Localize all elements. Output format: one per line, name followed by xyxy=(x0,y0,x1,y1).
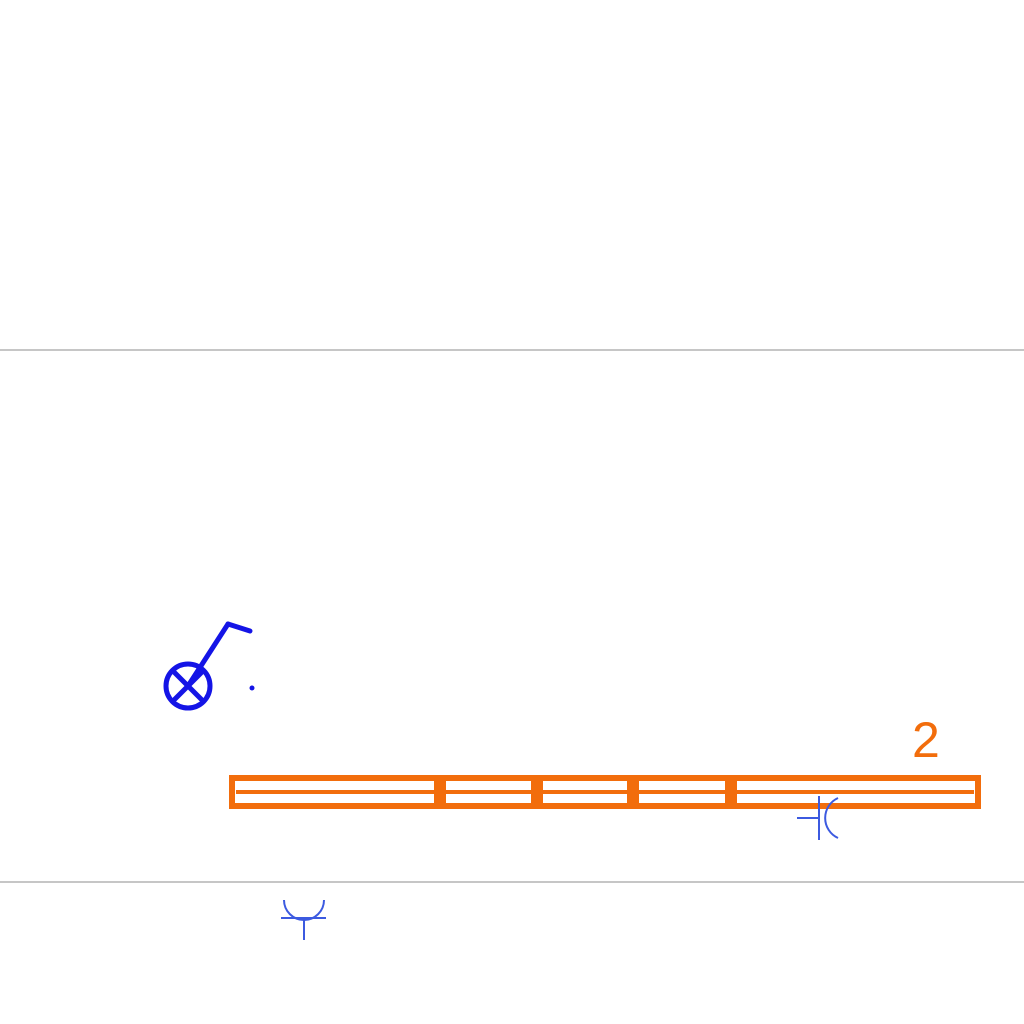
small-dot xyxy=(249,685,255,691)
drawing-canvas: 2 xyxy=(0,0,1024,1024)
lamp-post-icon xyxy=(163,621,253,711)
segment-number-label: 2 xyxy=(912,712,940,768)
socket-symbol-icon xyxy=(797,796,839,840)
drawing-svg: 2 xyxy=(0,349,1024,940)
socket-symbol-bottom-icon xyxy=(281,899,326,940)
orange-strip xyxy=(229,775,981,809)
